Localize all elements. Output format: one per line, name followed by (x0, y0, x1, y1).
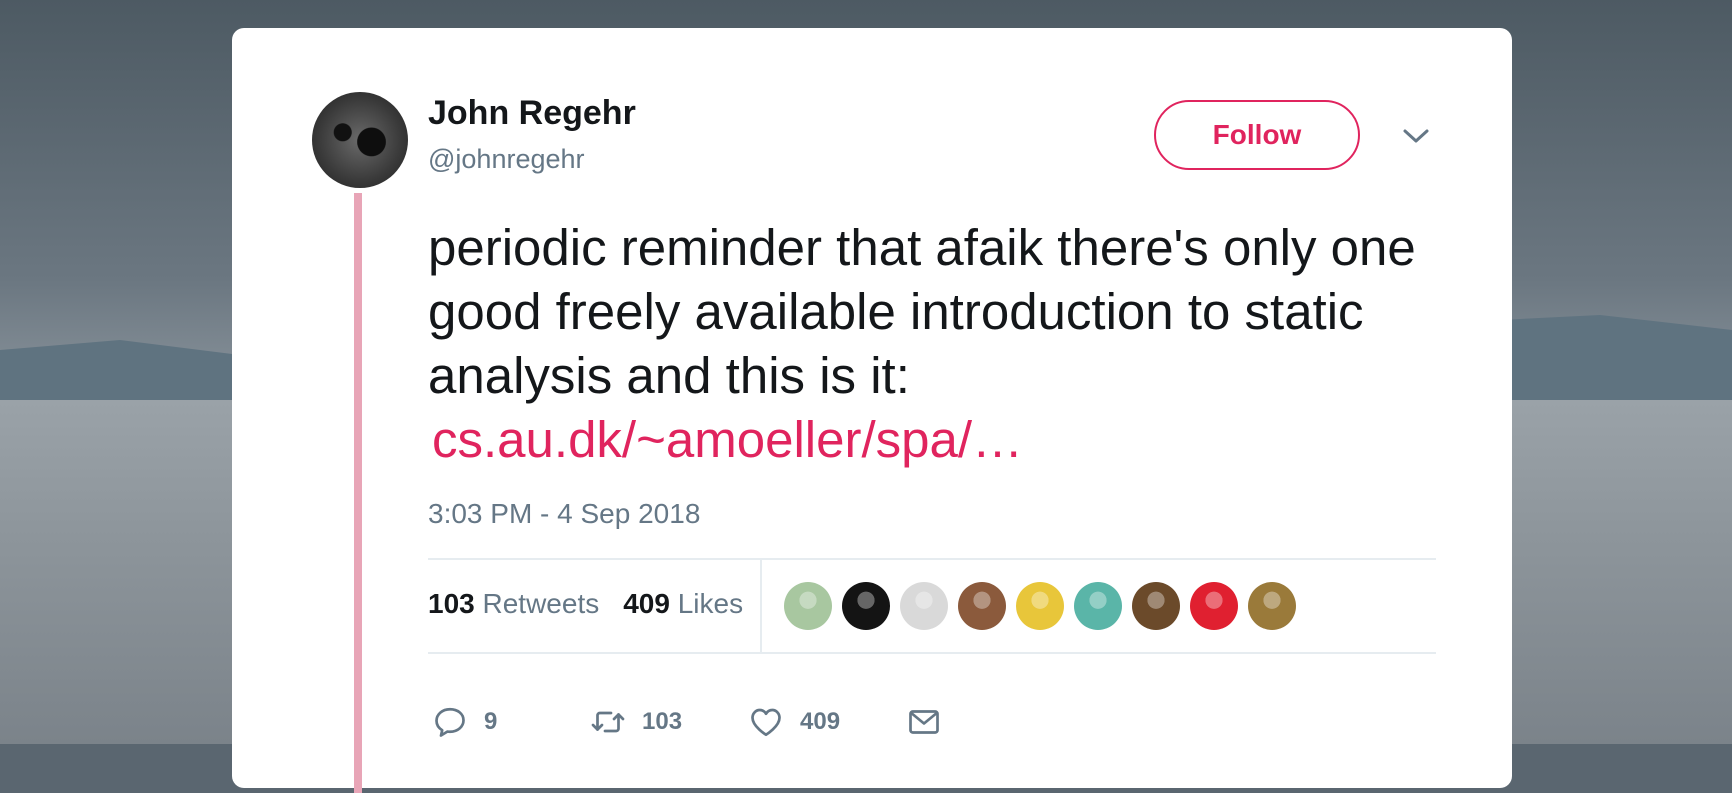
thread-line (354, 193, 362, 793)
tweet-stats: 103 Retweets 409 Likes (428, 588, 743, 620)
retweets-label: Retweets (482, 588, 600, 619)
like-action[interactable]: 409 (748, 704, 840, 740)
envelope-icon (909, 710, 939, 734)
retweet-icon (591, 711, 625, 733)
liker-avatar-8[interactable] (1190, 582, 1238, 630)
author-name[interactable]: John Regehr (428, 94, 636, 133)
reply-icon (435, 707, 465, 737)
author-avatar[interactable] (312, 92, 408, 188)
retweets-count: 103 (428, 588, 475, 619)
follow-button[interactable]: Follow (1154, 100, 1360, 170)
liker-avatar-1[interactable] (784, 582, 832, 630)
liker-avatar-5[interactable] (1016, 582, 1064, 630)
likes-stat[interactable]: 409 Likes (623, 588, 743, 619)
liker-avatar-4[interactable] (958, 582, 1006, 630)
reply-action[interactable]: 9 (432, 704, 497, 740)
tweet-link[interactable]: cs.au.dk/~amoeller/spa/… (428, 408, 1468, 472)
like-count: 409 (800, 708, 841, 735)
reply-count: 9 (484, 708, 498, 735)
author-handle[interactable]: @johnregehr (428, 144, 585, 175)
likes-count: 409 (623, 588, 670, 619)
retweet-count: 103 (642, 708, 683, 735)
liker-avatar-7[interactable] (1132, 582, 1180, 630)
tweet-card: John Regehr @johnregehr Follow periodic … (232, 28, 1512, 793)
liker-avatar-3[interactable] (900, 582, 948, 630)
divider-top (428, 558, 1436, 560)
retweets-stat[interactable]: 103 Retweets (428, 588, 599, 619)
stats-divider (760, 560, 762, 652)
liker-avatar-9[interactable] (1248, 582, 1296, 630)
heart-icon (751, 708, 781, 737)
tweet-body: periodic reminder that afaik there's onl… (428, 216, 1468, 472)
liker-avatar-6[interactable] (1074, 582, 1122, 630)
chevron-down-icon[interactable] (1400, 120, 1432, 152)
tweet-text: periodic reminder that afaik there's onl… (428, 219, 1416, 404)
message-action[interactable] (906, 704, 942, 740)
liker-avatar-2[interactable] (842, 582, 890, 630)
retweet-action[interactable]: 103 (590, 704, 682, 740)
divider-bottom (428, 652, 1436, 654)
tweet-timestamp[interactable]: 3:03 PM - 4 Sep 2018 (428, 498, 700, 530)
likes-label: Likes (677, 588, 744, 619)
